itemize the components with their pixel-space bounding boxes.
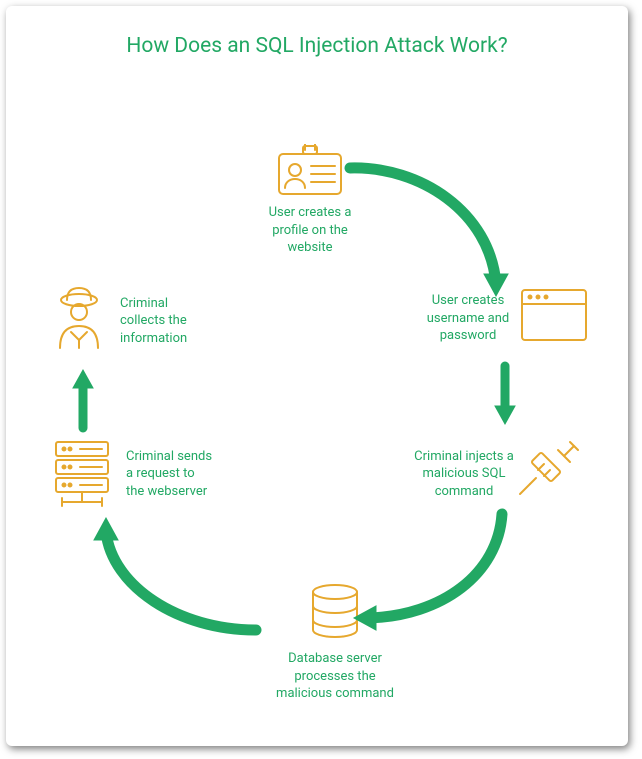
step-collect: Criminal collects the information	[48, 286, 210, 356]
arrow-profile-to-creds	[340, 156, 520, 306]
id-badge-icon	[275, 144, 345, 198]
step-request-label: Criminal sends a request to the webserve…	[126, 448, 216, 501]
arrow-dbproc-to-request	[88, 514, 268, 644]
arrow-creds-to-inject	[490, 360, 520, 432]
step-dbproc-label: Database server processes the malicious …	[270, 650, 400, 703]
step-request: Criminal sends a request to the webserve…	[48, 438, 216, 510]
syringe-icon	[514, 436, 584, 506]
step-collect-label: Criminal collects the information	[120, 295, 210, 348]
arrow-inject-to-dbproc	[344, 504, 514, 634]
server-rack-icon	[48, 438, 116, 510]
hacker-icon	[48, 286, 110, 356]
diagram-title: How Does an SQL Injection Attack Work?	[6, 6, 628, 58]
arrow-request-to-collect	[68, 364, 98, 436]
step-inject-label: Criminal injects a malicious SQL command	[414, 448, 514, 501]
diagram-card: How Does an SQL Injection Attack Work? U…	[6, 6, 628, 746]
step-inject: Criminal injects a malicious SQL command	[414, 436, 584, 506]
browser-window-icon	[518, 286, 590, 344]
